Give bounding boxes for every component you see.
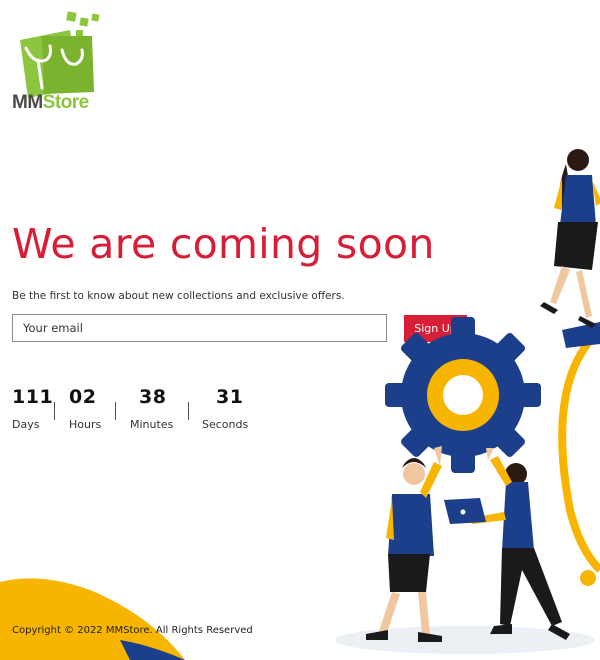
teamwork-gear-illustration-icon — [335, 149, 600, 654]
page-subtitle: Be the first to know about new collectio… — [12, 290, 345, 302]
countdown-minutes-label: Minutes — [130, 418, 174, 431]
countdown-hours-label: Hours — [69, 418, 102, 431]
countdown-hours: 02 Hours — [69, 386, 101, 431]
countdown-minutes: 38 Minutes — [130, 386, 173, 431]
countdown-days-label: Days — [12, 418, 40, 431]
countdown-minutes-value: 38 — [139, 386, 167, 408]
countdown-days-value: 111 — [12, 386, 54, 408]
countdown-seconds: 31 Seconds — [202, 386, 248, 431]
logo-text-mm: MM — [12, 92, 43, 113]
countdown-divider — [54, 402, 55, 420]
countdown-seconds-label: Seconds — [202, 418, 249, 431]
countdown-seconds-value: 31 — [216, 386, 244, 408]
countdown-days: 111 Days — [12, 386, 53, 431]
footer-copyright: Copyright © 2022 MMStore. All Rights Res… — [12, 625, 253, 636]
decorative-blob-icon — [0, 578, 185, 660]
logo-text-store: Store — [42, 92, 90, 113]
countdown-divider — [188, 402, 189, 420]
countdown-hours-value: 02 — [69, 386, 97, 408]
logo-wordmark[interactable]: MMStore — [12, 92, 89, 114]
countdown-timer: 111 Days 02 Hours 38 Minutes 31 Seconds — [12, 386, 272, 446]
countdown-divider — [115, 402, 116, 420]
